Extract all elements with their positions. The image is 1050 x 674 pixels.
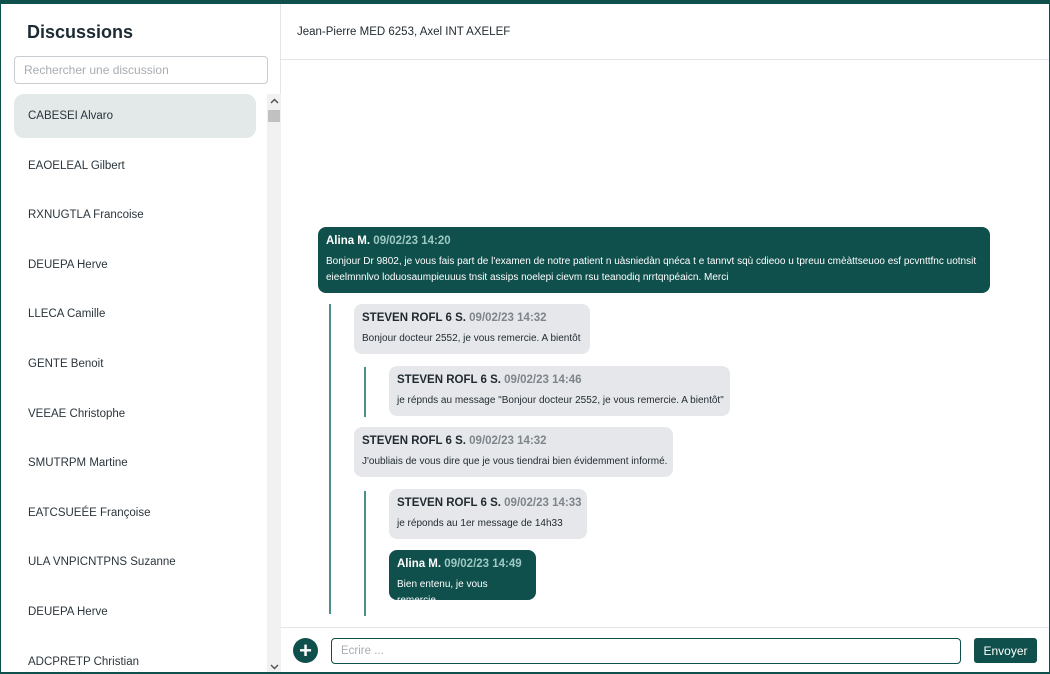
contact-item[interactable]: CABESEI Alvaro xyxy=(14,94,256,138)
contact-item[interactable]: DEUEPA Herve xyxy=(14,243,256,287)
search-discussion-input[interactable] xyxy=(14,56,268,84)
message-bubble: STEVEN ROFL 6 S. 09/02/23 14:46 je répnd… xyxy=(389,366,730,416)
contact-item[interactable]: RXNUGTLA Francoise xyxy=(14,193,256,237)
message-date: 09/02/23 14:32 xyxy=(469,435,547,447)
discussions-sidebar: Discussions CABESEI Alvaro EAOELEAL Gilb… xyxy=(1,4,281,674)
contact-item[interactable]: GENTE Benoit xyxy=(14,342,256,386)
message-text: Bonjour docteur 2552, je vous remercie. … xyxy=(362,333,581,344)
send-button[interactable]: Envoyer xyxy=(974,638,1037,663)
thread-line xyxy=(329,304,331,614)
contact-item[interactable]: VEEAE Christophe xyxy=(14,392,256,436)
message-text: J'oubliais de vous dire que je vous tien… xyxy=(362,456,668,467)
message-bubble: STEVEN ROFL 6 S. 09/02/23 14:32 J'oublia… xyxy=(354,427,673,477)
contact-list-scrollbar[interactable] xyxy=(267,94,281,674)
message-bubble: STEVEN ROFL 6 S. 09/02/23 14:33 je répon… xyxy=(389,489,587,539)
message-bubble: Alina M. 09/02/23 14:49 Bien entenu, je … xyxy=(389,550,536,606)
message-date: 09/02/23 14:20 xyxy=(373,235,451,247)
message-bubble: Alina M. 09/02/23 14:20 Bonjour Dr 9802,… xyxy=(318,227,990,293)
message-author: STEVEN ROFL 6 S. xyxy=(397,497,501,509)
scroll-thumb[interactable] xyxy=(268,110,280,122)
contact-item[interactable]: LLECA Camille xyxy=(14,292,256,336)
message-author: STEVEN ROFL 6 S. xyxy=(362,312,466,324)
message-author: Alina M. xyxy=(397,558,442,570)
message-text: Bonjour Dr 9802, je vous fais part de l'… xyxy=(326,256,977,283)
conversation-panel: Jean-Pierre MED 6253, Axel INT AXELEF Al… xyxy=(281,4,1049,672)
message-thread: Alina M. 09/02/23 14:20 Bonjour Dr 9802,… xyxy=(281,61,1049,627)
scroll-up-arrow-icon[interactable] xyxy=(267,94,281,108)
sidebar-title: Discussions xyxy=(27,22,134,42)
plus-icon: + xyxy=(299,637,312,663)
message-text: je répnds au message "Bonjour docteur 25… xyxy=(397,395,724,406)
contact-item[interactable]: DEUEPA Herve xyxy=(14,590,256,634)
conversation-title: Jean-Pierre MED 6253, Axel INT AXELEF xyxy=(297,26,511,38)
thread-line xyxy=(364,491,366,616)
contact-item[interactable]: EAOELEAL Gilbert xyxy=(14,144,256,188)
message-date: 09/02/23 14:49 xyxy=(444,558,522,570)
message-author: STEVEN ROFL 6 S. xyxy=(362,435,466,447)
message-author: Alina M. xyxy=(326,235,371,247)
thread-line xyxy=(364,367,366,417)
contact-list: CABESEI Alvaro EAOELEAL Gilbert RXNUGTLA… xyxy=(14,94,256,672)
contact-item[interactable]: ULA VNPICNTPNS Suzanne xyxy=(14,540,256,584)
message-composer: + Envoyer xyxy=(281,627,1049,672)
add-attachment-button[interactable]: + xyxy=(293,638,318,663)
contact-item[interactable]: SMUTRPM Martine xyxy=(14,441,256,485)
message-date: 09/02/23 14:33 xyxy=(504,497,582,509)
message-date: 09/02/23 14:32 xyxy=(469,312,547,324)
message-author: STEVEN ROFL 6 S. xyxy=(397,374,501,386)
contact-item[interactable]: EATCSUEÉE Françoise xyxy=(14,491,256,535)
contact-item[interactable]: ADCPRETP Christian xyxy=(14,640,256,672)
message-text: je réponds au 1er message de 14h33 xyxy=(397,518,563,529)
message-text: Bien entenu, je vous remercie xyxy=(397,579,488,606)
conversation-header: Jean-Pierre MED 6253, Axel INT AXELEF xyxy=(281,4,1049,60)
message-input[interactable] xyxy=(331,638,961,664)
message-date: 09/02/23 14:46 xyxy=(504,374,582,386)
message-bubble: STEVEN ROFL 6 S. 09/02/23 14:32 Bonjour … xyxy=(354,304,590,354)
